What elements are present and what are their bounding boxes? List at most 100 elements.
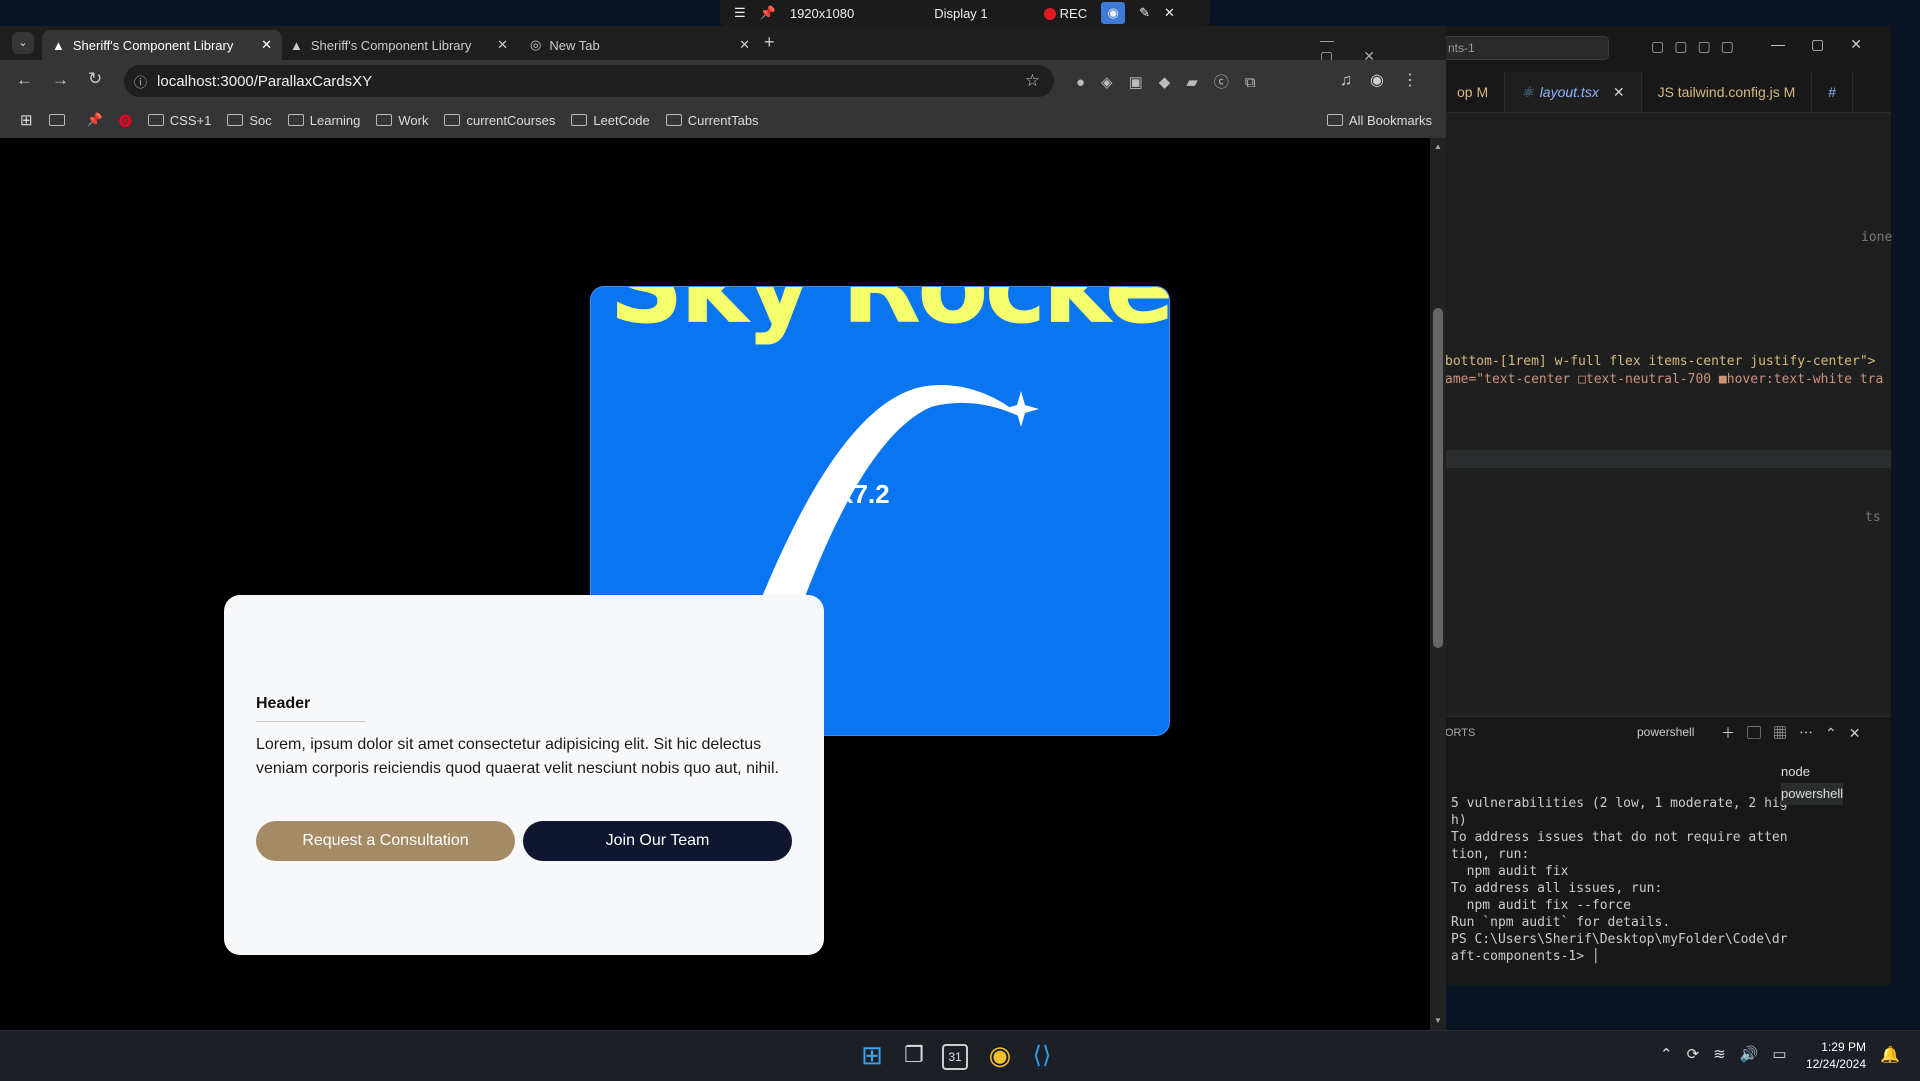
vscode-tab[interactable]: JS tailwind.config.js M bbox=[1642, 72, 1813, 112]
pin-icon[interactable]: 📌 bbox=[87, 112, 103, 128]
tab-title: New Tab bbox=[549, 37, 600, 53]
display-label: Display 1 bbox=[934, 5, 988, 21]
pin-icon[interactable]: 📌 bbox=[760, 5, 776, 21]
code-line: bottom-[1rem] w-full flex items-center j… bbox=[1445, 354, 1876, 369]
bookmark-star-icon[interactable]: ☆ bbox=[1025, 71, 1040, 91]
reload-icon[interactable]: ↻ bbox=[88, 69, 102, 89]
code-line: ame="text-center □text-neutral-700 ■hove… bbox=[1445, 372, 1884, 387]
close-tab-icon[interactable]: ✕ bbox=[1613, 84, 1625, 101]
bookmark-folder[interactable]: Work bbox=[376, 113, 428, 128]
scrollbar-thumb[interactable] bbox=[1433, 308, 1443, 648]
current-line-highlight bbox=[1445, 450, 1891, 468]
address-bar[interactable]: ⓘ localhost:3000/ParallaxCardsXY ☆ bbox=[124, 65, 1054, 97]
browser-window: ⌄ ▲ Sheriff's Component Library ✕ ▲ Sher… bbox=[0, 26, 1446, 1030]
notification-icon[interactable]: 🔔 bbox=[1880, 1045, 1900, 1065]
chrome-icon[interactable]: ◉ bbox=[986, 1040, 1014, 1070]
react-icon: ⚛ bbox=[1521, 83, 1534, 100]
back-icon[interactable]: ← bbox=[16, 70, 33, 90]
bookmark-folder[interactable]: CurrentTabs bbox=[665, 113, 759, 128]
camera-icon[interactable]: ◉ bbox=[1101, 2, 1126, 24]
browser-tab[interactable]: ▲ Sheriff's Component Library ✕ bbox=[280, 30, 518, 60]
bookmark-folder[interactable] bbox=[48, 114, 71, 126]
terminal-panel: ORTS powershell ＋▢▦⋯⌃✕ 5 vulnerabilities… bbox=[1441, 716, 1891, 985]
url-text[interactable]: localhost:3000/ParallaxCardsXY bbox=[157, 73, 372, 90]
browser-toolbar: ← → ↻ ⓘ localhost:3000/ParallaxCardsXY ☆… bbox=[0, 60, 1446, 102]
windows-start-icon[interactable]: ⊞ bbox=[858, 1040, 886, 1070]
terminal-item-node[interactable]: node bbox=[1781, 761, 1843, 783]
taskbar-clock[interactable]: 1:29 PM 12/24/2024 bbox=[1806, 1039, 1866, 1073]
terminal-output[interactable]: 5 vulnerabilities (2 low, 1 moderate, 2 … bbox=[1451, 761, 1788, 999]
bookmark-folder[interactable]: Learning bbox=[287, 113, 360, 128]
rec-button[interactable]: REC bbox=[1043, 6, 1087, 21]
close-tab-icon[interactable]: ✕ bbox=[497, 37, 508, 53]
vscode-titlebar: nts-1 ▢▢▢▢ —▢✕ bbox=[1441, 26, 1891, 72]
vscode-tabs: op M ⚛ layout.tsx ✕ JS tailwind.config.js … bbox=[1441, 72, 1891, 113]
side-text: ts bbox=[1865, 510, 1881, 525]
tab-title: Sheriff's Component Library bbox=[310, 37, 472, 53]
pinterest-icon[interactable]: ⓿ bbox=[119, 111, 132, 130]
side-text: ione bbox=[1861, 230, 1893, 245]
folder-icon bbox=[444, 114, 461, 126]
bookmark-folder[interactable]: LeetCode bbox=[571, 113, 650, 128]
vscode-icon[interactable]: ⟨⟩ bbox=[1028, 1041, 1056, 1069]
request-consultation-button[interactable]: Request a Consultation bbox=[256, 821, 515, 861]
page-viewport: Sky Rocket x12.8 x7.2 Header Lorem, ipsu… bbox=[0, 138, 1430, 1030]
profile-menu-icons[interactable]: ♫◉⋮ bbox=[1340, 70, 1436, 90]
terminal-actions[interactable]: ＋▢▦⋯⌃✕ bbox=[1721, 723, 1872, 743]
tab-strip: ⌄ ▲ Sheriff's Component Library ✕ ▲ Sher… bbox=[0, 26, 1446, 64]
browser-tab[interactable]: ◎ New Tab ✕ bbox=[520, 30, 760, 60]
new-tab-button[interactable]: + bbox=[764, 32, 775, 53]
scrollbar[interactable]: ▲ ▼ bbox=[1430, 138, 1446, 1030]
browser-tab-active[interactable]: ▲ Sheriff's Component Library ✕ bbox=[42, 30, 282, 60]
close-icon[interactable]: ✕ bbox=[1164, 5, 1175, 21]
taskbar: ⊞ ❐ 31 ◉ ⟨⟩ ⌃⟳≋🔊▭ 1:29 PM 12/24/2024 🔔 bbox=[0, 1030, 1920, 1081]
panel-label: ORTS bbox=[1445, 727, 1476, 739]
bookmark-folder[interactable]: CSS+1 bbox=[147, 113, 211, 128]
folder-icon bbox=[571, 114, 588, 126]
join-team-button[interactable]: Join Our Team bbox=[523, 821, 792, 861]
bookmark-folder[interactable]: currentCourses bbox=[444, 113, 555, 128]
extension-icons[interactable]: ●◈▣◆▰ⓒ⧉ bbox=[1076, 71, 1272, 92]
layout-icons[interactable]: ▢▢▢▢ bbox=[1651, 38, 1744, 55]
favicon-icon: ▲ bbox=[290, 37, 303, 53]
site-info-icon[interactable]: ⓘ bbox=[134, 72, 147, 91]
close-tab-icon[interactable]: ✕ bbox=[261, 37, 272, 53]
vscode-tab[interactable]: op M bbox=[1441, 72, 1506, 112]
clock-date: 12/24/2024 bbox=[1805, 1057, 1866, 1071]
scroll-down-icon[interactable]: ▼ bbox=[1434, 1016, 1442, 1025]
apps-icon[interactable]: ⊞ bbox=[20, 111, 33, 129]
system-tray-icons[interactable]: ⌃⟳≋🔊▭ bbox=[1660, 1045, 1801, 1063]
pen-icon[interactable]: ✎ bbox=[1139, 5, 1150, 21]
resolution-label: 1920x1080 bbox=[789, 5, 855, 21]
multiplier-label: x12.8 bbox=[917, 383, 960, 402]
tab-search-icon[interactable]: ⌄ bbox=[12, 32, 34, 54]
shell-selector[interactable]: powershell bbox=[1637, 725, 1694, 739]
close-tab-icon[interactable]: ✕ bbox=[739, 37, 750, 53]
window-controls[interactable]: —▢✕ bbox=[1771, 36, 1888, 53]
vscode-tab[interactable]: # bbox=[1812, 72, 1854, 112]
forward-icon[interactable]: → bbox=[52, 70, 69, 90]
card-body-text: Lorem, ipsum dolor sit amet consectetur … bbox=[256, 736, 779, 777]
folder-icon bbox=[665, 114, 682, 126]
card-header: Header bbox=[256, 695, 311, 712]
all-bookmarks[interactable]: All Bookmarks bbox=[1326, 113, 1432, 128]
bookmarks-bar: ⊞ 📌 ⓿ CSS+1 Soc Learning Work currentCou… bbox=[0, 102, 1446, 139]
tab-title: Sheriff's Component Library bbox=[72, 37, 234, 53]
vscode-tab-active[interactable]: ⚛ layout.tsx ✕ bbox=[1505, 72, 1642, 112]
record-icon bbox=[1043, 8, 1056, 21]
menu-icon[interactable]: ☰ bbox=[734, 5, 746, 21]
scroll-up-icon[interactable]: ▲ bbox=[1434, 142, 1442, 151]
favicon-icon: ▲ bbox=[52, 37, 65, 53]
folder-icon bbox=[376, 114, 393, 126]
calendar-icon[interactable]: 31 bbox=[942, 1044, 968, 1070]
chrome-icon: ◎ bbox=[530, 37, 542, 52]
bookmark-folder[interactable]: Soc bbox=[227, 113, 272, 128]
screen-recorder-bar: ☰ 📌 1920x1080 Display 1 REC ◉ ✎ ✕ bbox=[720, 0, 1210, 26]
terminal-item-powershell[interactable]: powershell bbox=[1781, 783, 1844, 805]
vscode-search-box[interactable]: nts-1 bbox=[1441, 36, 1609, 60]
terminal-list[interactable]: node powershell bbox=[1781, 761, 1844, 805]
task-view-icon[interactable]: ❐ bbox=[900, 1041, 928, 1069]
multiplier-label: x7.2 bbox=[839, 479, 890, 509]
folder-icon bbox=[287, 114, 304, 126]
clock-time: 1:29 PM bbox=[1821, 1040, 1866, 1054]
